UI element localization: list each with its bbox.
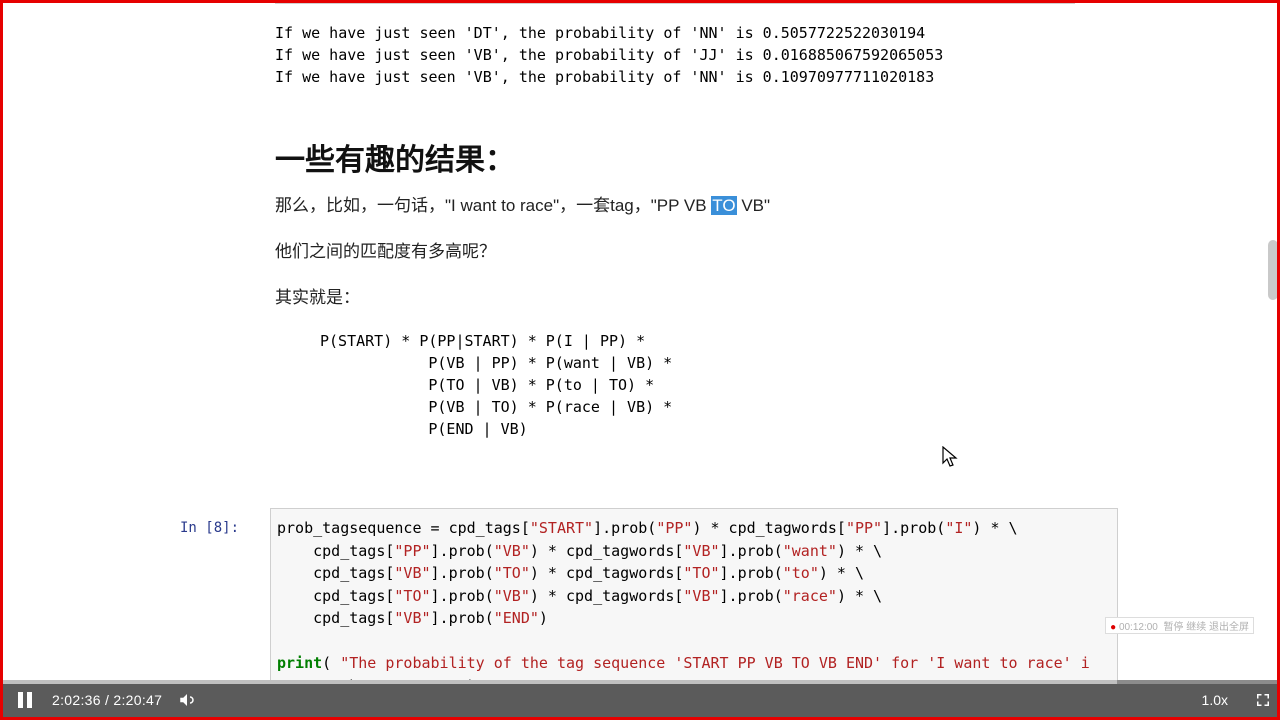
formula-line: P(START) * P(PP|START) * P(I | PP) * [320, 330, 672, 352]
volume-icon [178, 691, 196, 709]
probability-formula: P(START) * P(PP|START) * P(I | PP) * P(V… [320, 330, 672, 440]
paragraph: 他们之间的匹配度有多高呢？ [275, 240, 496, 264]
formula-line: P(VB | PP) * P(want | VB) * [320, 352, 672, 374]
scrollbar-thumb[interactable] [1268, 240, 1278, 300]
output-line: If we have just seen 'VB', the probabili… [275, 44, 943, 66]
expand-icon [1254, 691, 1272, 709]
cell-output: If we have just seen 'DT', the probabili… [275, 22, 943, 88]
fullscreen-button[interactable] [1246, 683, 1280, 717]
code-input-area[interactable]: prob_tagsequence = cpd_tags["START"].pro… [270, 508, 1118, 706]
formula-line: P(END | VB) [320, 418, 672, 440]
current-time: 2:02:36 [52, 692, 101, 708]
prev-cell-trail: cpd_tags['VB'].prob('NN')) [275, 0, 1075, 4]
pause-button[interactable] [8, 683, 42, 717]
formula-line: P(VB | TO) * P(race | VB) * [320, 396, 672, 418]
total-time: 2:20:47 [113, 692, 162, 708]
cursor-icon [942, 446, 962, 470]
progress-fill [0, 680, 1117, 684]
playback-speed[interactable]: 1.0x [1202, 692, 1228, 708]
text: VB" [737, 196, 770, 215]
formula-line: P(TO | VB) * P(to | TO) * [320, 374, 672, 396]
text: 那么，比如，一句话，"I want to race"，一套tag，"PP VB [275, 196, 711, 215]
paragraph: 那么，比如，一句话，"I want to race"，一套tag，"PP VB … [275, 194, 770, 218]
recording-timer: ● 00:12:00 暂停 继续 退出全屏 [1105, 617, 1254, 634]
time-display: 2:02:36 / 2:20:47 [52, 692, 162, 708]
output-line: If we have just seen 'VB', the probabili… [275, 66, 943, 88]
progress-bar[interactable] [0, 680, 1280, 684]
section-heading: 一些有趣的结果： [275, 135, 515, 179]
code-text: prob_tagsequence = cpd_tags["START"].pro… [277, 517, 1111, 697]
paragraph: 其实就是： [275, 286, 360, 310]
output-line: If we have just seen 'DT', the probabili… [275, 22, 943, 44]
cell-prompt: In [8]: [180, 520, 239, 536]
highlighted-text: TO [711, 196, 736, 215]
pause-icon [18, 692, 32, 708]
video-player-bar: 2:02:36 / 2:20:47 1.0x [0, 680, 1280, 720]
volume-button[interactable] [170, 683, 204, 717]
